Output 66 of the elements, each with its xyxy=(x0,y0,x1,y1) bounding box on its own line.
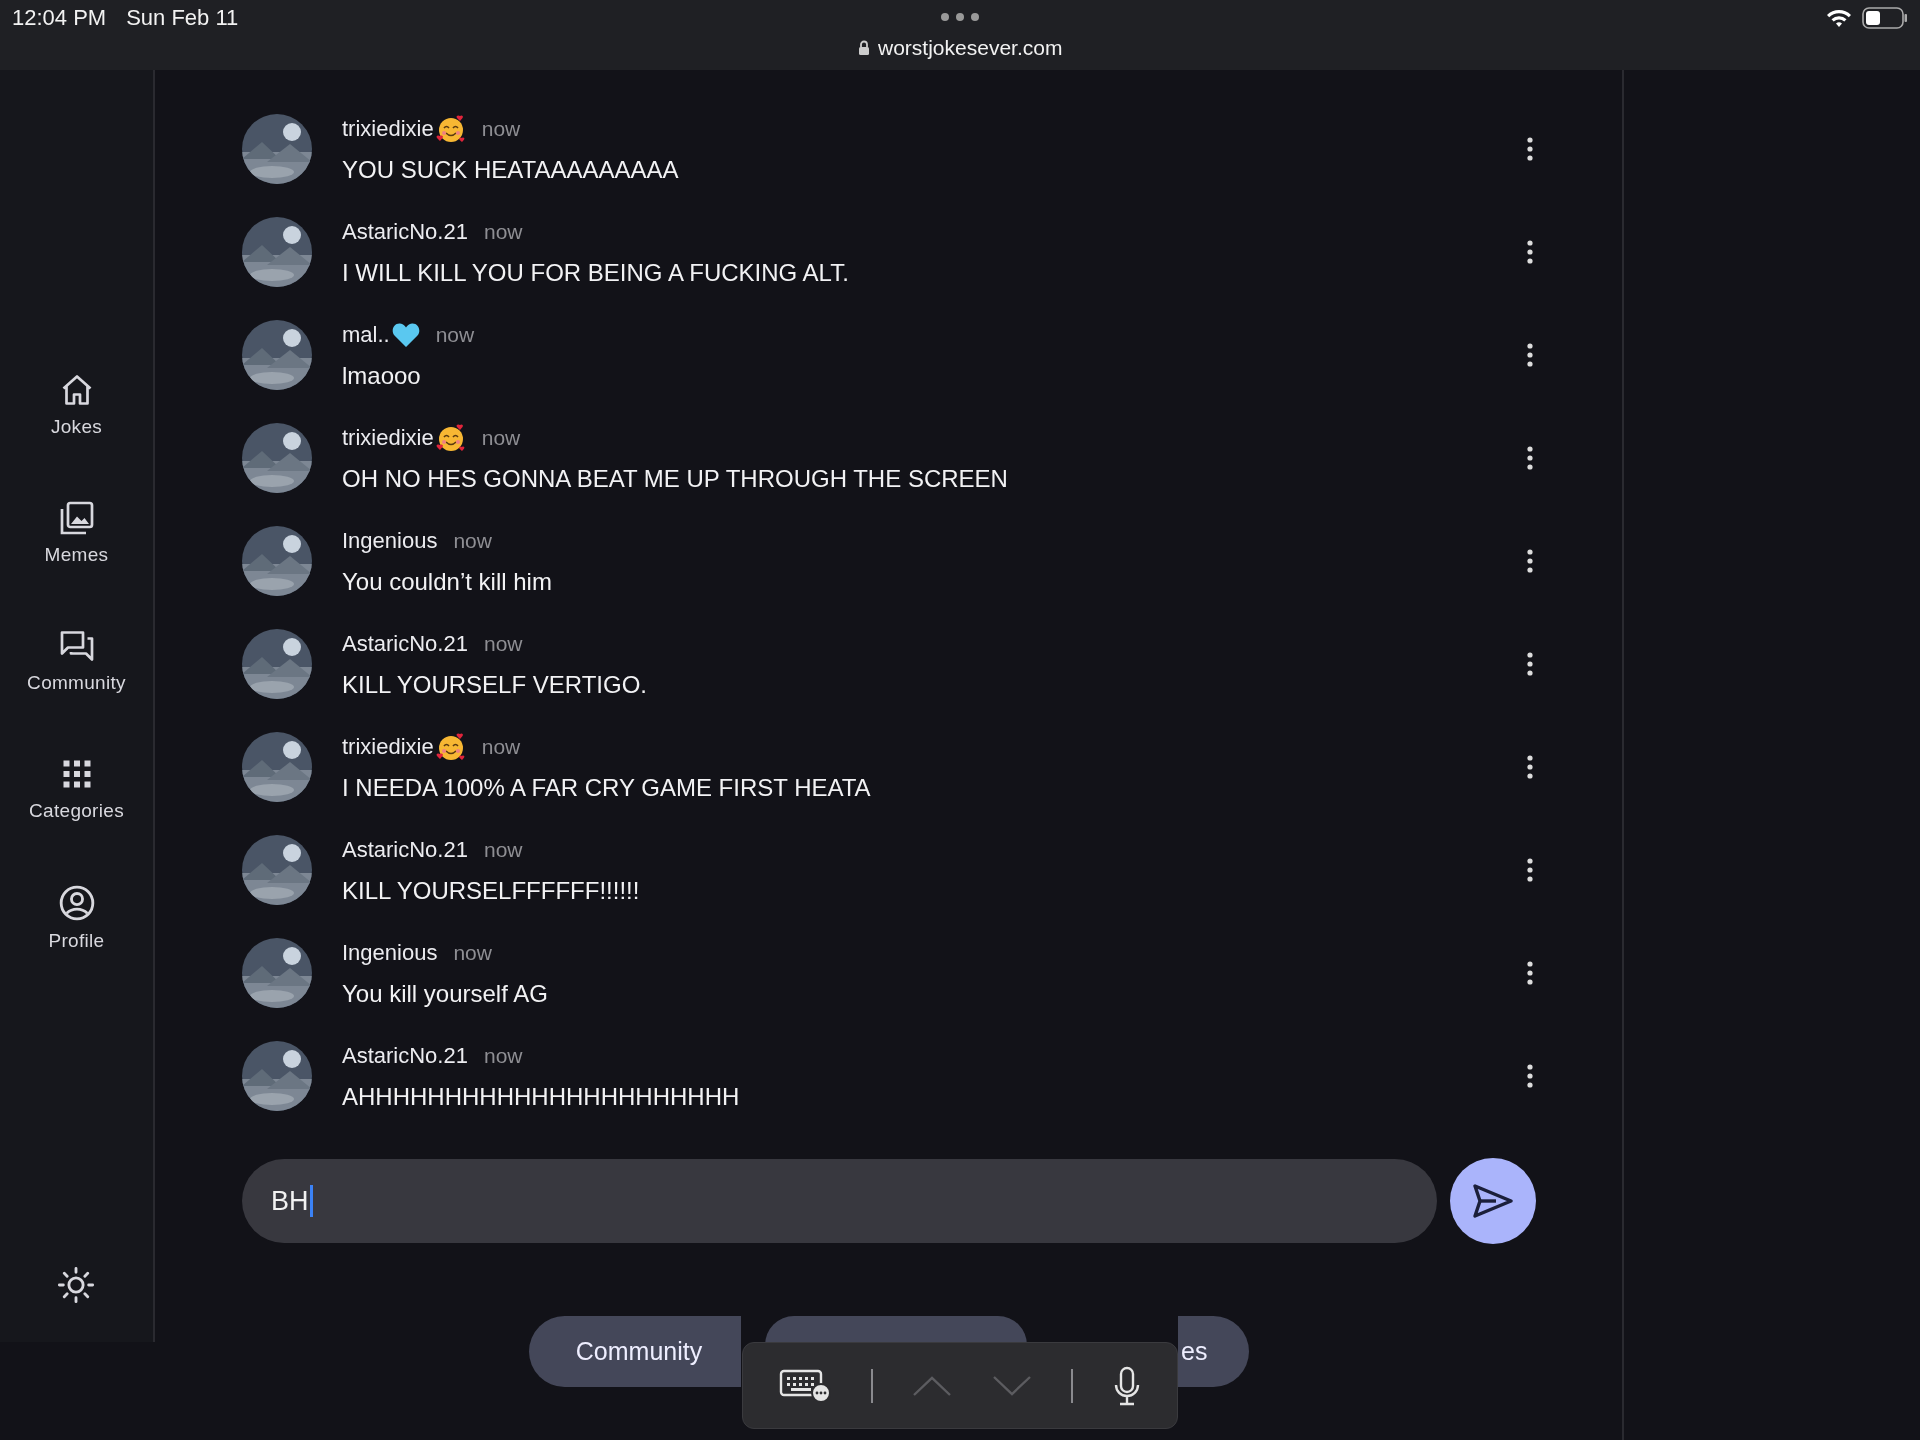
timestamp: now xyxy=(453,528,492,553)
smiling-face-icon xyxy=(435,422,466,453)
status-date: Sun Feb 11 xyxy=(126,5,239,31)
chat-icon xyxy=(58,628,95,664)
username[interactable]: AstaricNo.21 xyxy=(342,1042,468,1069)
more-icon[interactable] xyxy=(940,12,980,22)
more-options-icon[interactable] xyxy=(1526,238,1534,265)
battery-icon xyxy=(1862,7,1908,29)
message-text: lmaooo xyxy=(342,361,422,390)
timestamp: now xyxy=(435,322,475,347)
microphone-icon[interactable] xyxy=(1112,1365,1141,1406)
heart-icon xyxy=(391,321,420,348)
images-icon xyxy=(58,500,95,536)
lock-icon xyxy=(858,40,870,56)
nav-item[interactable]: Jokes xyxy=(1,370,152,498)
timestamp: now xyxy=(481,734,521,759)
theme-toggle-icon[interactable] xyxy=(57,1266,95,1304)
more-options-icon[interactable] xyxy=(1526,856,1534,883)
url-text[interactable]: worstjokesever.com xyxy=(878,36,1063,60)
timestamp: now xyxy=(483,631,523,656)
more-options-icon[interactable] xyxy=(1526,1062,1534,1089)
more-options-icon[interactable] xyxy=(1526,547,1534,574)
message-text: KILL YOURSELF VERTIGO. xyxy=(342,670,648,699)
message-text: YOU SUCK HEATAAAAAAAAA xyxy=(342,155,680,184)
username[interactable]: Ingenious xyxy=(342,939,438,966)
smiling-face-icon xyxy=(435,731,466,762)
message-text: AHHHHHHHHHHHHHHHHHHHHHH xyxy=(342,1082,741,1111)
more-options-icon[interactable] xyxy=(1526,650,1534,677)
username[interactable]: trixiedixie xyxy=(342,424,434,451)
timestamp: now xyxy=(483,1043,523,1068)
nav-item[interactable]: Community xyxy=(1,626,152,754)
username[interactable]: mal.. xyxy=(342,321,390,348)
message-text: You kill yourself AG xyxy=(342,979,549,1008)
username[interactable]: AstaricNo.21 xyxy=(342,836,468,863)
timestamp: now xyxy=(483,837,523,862)
more-options-icon[interactable] xyxy=(1526,753,1534,780)
username[interactable]: trixiedixie xyxy=(342,733,434,760)
more-options-icon[interactable] xyxy=(1526,135,1534,162)
nav-item[interactable]: Profile xyxy=(1,882,152,1010)
message-text: I WILL KILL YOU FOR BEING A FUCKING ALT. xyxy=(342,258,850,287)
timestamp: now xyxy=(481,116,521,141)
category-chip[interactable]: Community xyxy=(529,1316,741,1387)
smiling-face-icon xyxy=(435,113,466,144)
send-icon xyxy=(1473,1184,1513,1218)
timestamp: now xyxy=(483,219,523,244)
nav-item[interactable]: Categories xyxy=(1,754,152,882)
username[interactable]: trixiedixie xyxy=(342,115,434,142)
username[interactable]: AstaricNo.21 xyxy=(342,630,468,657)
username[interactable]: Ingenious xyxy=(342,527,438,554)
wifi-icon xyxy=(1826,8,1852,28)
more-options-icon[interactable] xyxy=(1526,444,1534,471)
category-chip[interactable]: es xyxy=(1178,1316,1249,1387)
timestamp: now xyxy=(453,940,492,965)
message-text: KILL YOURSELFFFFFF!!!!!! xyxy=(342,876,641,905)
message-text: OH NO HES GONNA BEAT ME UP THROUGH THE SCREEN xyxy=(342,464,1009,493)
message-input[interactable]: BH xyxy=(242,1159,1437,1243)
profile-icon xyxy=(57,884,96,922)
more-options-icon[interactable] xyxy=(1526,959,1534,986)
message-text: I NEEDA 100% A FAR CRY GAME FIRST HEATA xyxy=(342,773,872,802)
message-text: You couldn’t kill him xyxy=(342,567,553,596)
more-options-icon[interactable] xyxy=(1526,341,1534,368)
status-time: 12:04 PM xyxy=(12,5,107,31)
username[interactable]: AstaricNo.21 xyxy=(342,218,468,245)
timestamp: now xyxy=(481,425,521,450)
keyboard-icon[interactable] xyxy=(779,1368,831,1403)
nav-item[interactable]: Memes xyxy=(1,498,152,626)
